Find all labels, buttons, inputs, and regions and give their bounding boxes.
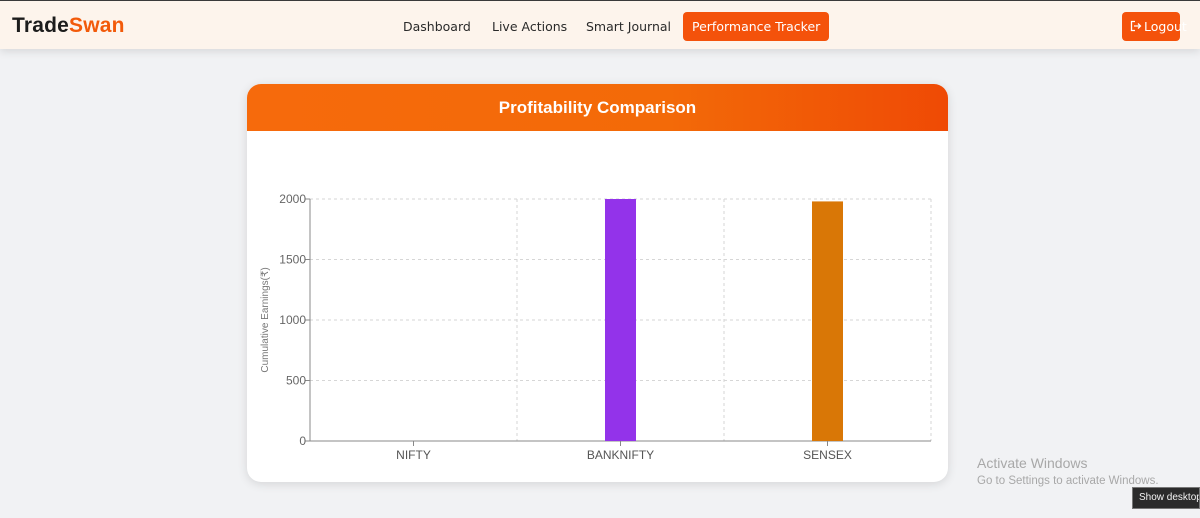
nav-live-actions[interactable]: Live Actions	[492, 12, 567, 41]
y-tick-label: 1000	[279, 313, 306, 327]
y-tick-label: 2000	[279, 192, 306, 206]
top-navbar: TradeSwan Dashboard Live Actions Smart J…	[0, 0, 1200, 49]
logout-button[interactable]: Logout	[1122, 12, 1187, 41]
y-tick-label: 0	[299, 434, 306, 448]
y-axis-label: Cumulative Earnings(₹)	[260, 267, 271, 372]
bar-banknifty	[605, 199, 636, 441]
bar-sensex	[812, 201, 843, 441]
x-tick-label: NIFTY	[396, 448, 431, 462]
x-tick-label: BANKNIFTY	[587, 448, 654, 462]
profitability-card: Profitability Comparison 0 500 1000 1500 200…	[247, 84, 948, 482]
profitability-chart: 0 500 1000 1500 2000 NIFTY BANKNIFTY SENSEX Cumu…	[260, 192, 932, 462]
nav-dashboard[interactable]: Dashboard	[403, 12, 471, 41]
windows-activation-title: Activate Windows	[977, 455, 1088, 471]
y-tick-label: 500	[286, 374, 306, 388]
x-tick-label: SENSEX	[803, 448, 852, 462]
logout-label: Logout	[1144, 19, 1187, 34]
windows-activation-subtitle: Go to Settings to activate Windows.	[977, 475, 1159, 487]
show-desktop-tooltip: Show desktop	[1132, 487, 1200, 509]
main-nav: Dashboard Live Actions Smart Journal Per…	[0, 12, 1200, 41]
logout-icon	[1130, 20, 1142, 32]
y-tick-label: 1500	[279, 253, 306, 267]
nav-performance-tracker[interactable]: Performance Tracker	[683, 12, 830, 41]
nav-smart-journal[interactable]: Smart Journal	[586, 12, 671, 41]
